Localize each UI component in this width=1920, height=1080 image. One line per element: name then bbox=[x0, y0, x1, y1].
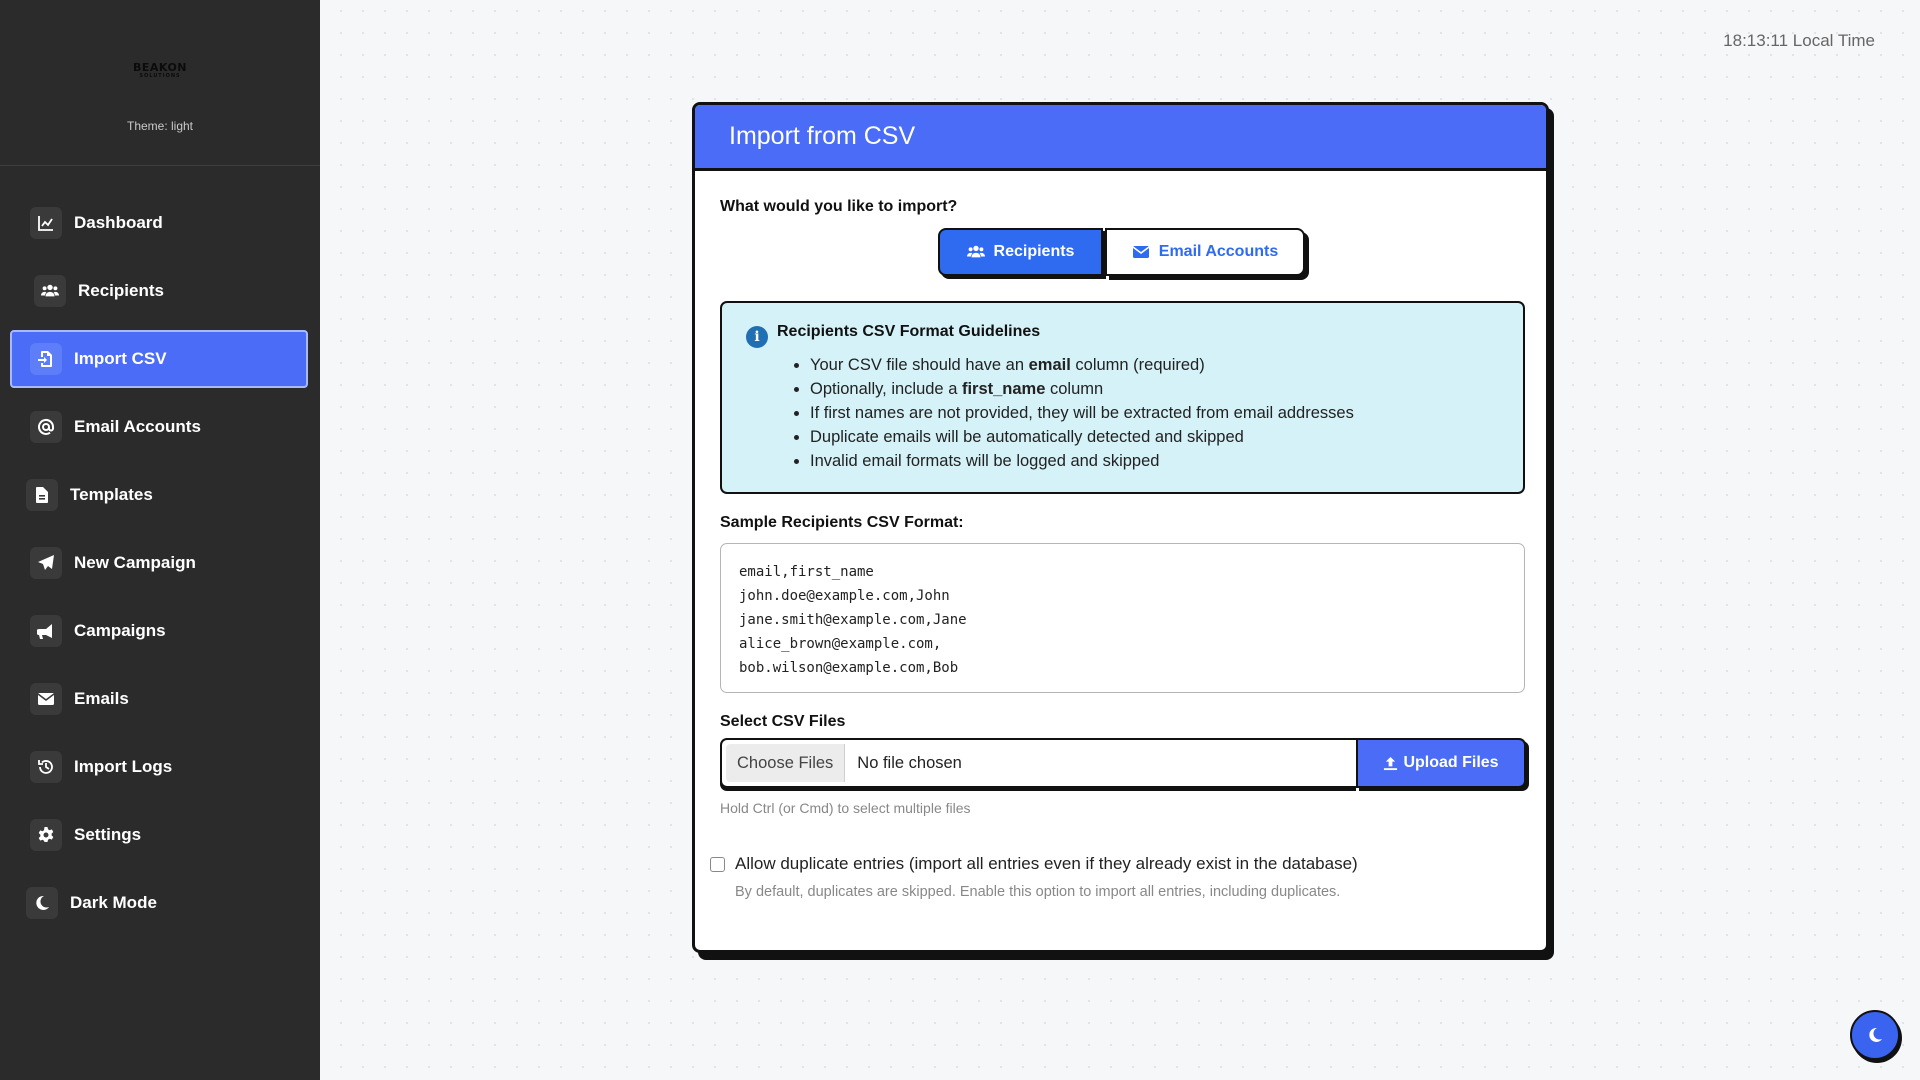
sidebar-item-templates[interactable]: Templates bbox=[10, 466, 308, 524]
sidebar-item-label: Templates bbox=[70, 485, 153, 504]
history-icon bbox=[30, 751, 62, 783]
file-import-icon bbox=[30, 343, 62, 375]
brand-area: BEAKON SOLUTIONS Theme: light bbox=[0, 0, 320, 166]
moon-icon bbox=[26, 887, 58, 919]
code-line: alice_brown@example.com, bbox=[739, 636, 942, 652]
sidebar-item-label: New Campaign bbox=[74, 553, 196, 572]
sidebar-item-label: Dark Mode bbox=[70, 893, 157, 912]
sidebar-item-label: Email Accounts bbox=[74, 417, 201, 436]
select-files-label: Select CSV Files bbox=[720, 713, 846, 730]
sidebar-item-recipients[interactable]: Recipients bbox=[10, 262, 308, 320]
logo-line2: SOLUTIONS bbox=[139, 73, 181, 79]
duplicate-help-text: By default, duplicates are skipped. Enab… bbox=[735, 884, 1341, 900]
multi-select-hint: Hold Ctrl (or Cmd) to select multiple fi… bbox=[720, 800, 971, 816]
email-accounts-toggle-label: Email Accounts bbox=[1158, 243, 1279, 260]
sidebar-item-label: Campaigns bbox=[74, 621, 166, 640]
upload-files-button[interactable]: Upload Files bbox=[1356, 738, 1526, 788]
import-card: Import from CSV What would you like to i… bbox=[692, 102, 1549, 953]
users-icon bbox=[966, 243, 985, 261]
guidelines-list: Your CSV file should have an email colum… bbox=[810, 353, 1354, 473]
card-header: Import from CSV bbox=[695, 105, 1546, 171]
sidebar: BEAKON SOLUTIONS Theme: light Dashboard … bbox=[0, 0, 320, 1080]
choose-files-button[interactable]: Choose Files bbox=[726, 744, 846, 782]
code-line: bob.wilson@example.com,Bob bbox=[739, 660, 959, 676]
sidebar-item-label: Dashboard bbox=[74, 213, 163, 232]
dark-mode-toggle-button[interactable] bbox=[1850, 1010, 1900, 1060]
import-type-question: What would you like to import? bbox=[720, 198, 958, 215]
allow-duplicates-checkbox[interactable] bbox=[710, 856, 725, 872]
code-line: email,first_name bbox=[739, 564, 874, 580]
sidebar-item-campaigns[interactable]: Campaigns bbox=[10, 602, 308, 660]
file-input[interactable]: Choose Files No file chosen bbox=[720, 738, 1356, 788]
file-status: No file chosen bbox=[857, 753, 962, 772]
recipients-toggle-button[interactable]: Recipients bbox=[938, 228, 1103, 276]
sidebar-item-label: Recipients bbox=[78, 281, 164, 300]
upload-files-label: Upload Files bbox=[1403, 754, 1499, 771]
envelope-icon bbox=[1132, 243, 1150, 261]
file-upload-row: Choose Files No file chosen Upload Files bbox=[720, 738, 1527, 788]
recipients-toggle-label: Recipients bbox=[993, 243, 1075, 260]
info-icon: i bbox=[746, 326, 768, 348]
sidebar-item-emails[interactable]: Emails bbox=[10, 670, 308, 728]
sidebar-item-dark-mode[interactable]: Dark Mode bbox=[10, 874, 308, 932]
chart-line-icon bbox=[30, 207, 62, 239]
duplicate-option-row: Allow duplicate entries (import all entr… bbox=[710, 854, 1358, 874]
users-icon bbox=[34, 275, 66, 307]
logo-line1: BEAKON bbox=[133, 61, 187, 74]
list-item: If first names are not provided, they wi… bbox=[810, 401, 1354, 425]
sidebar-item-dashboard[interactable]: Dashboard bbox=[10, 194, 308, 252]
theme-label: Theme: light bbox=[126, 119, 194, 133]
email-accounts-toggle-button[interactable]: Email Accounts bbox=[1105, 228, 1305, 276]
sample-csv-label: Sample Recipients CSV Format: bbox=[720, 514, 964, 531]
guidelines-title: Recipients CSV Format Guidelines bbox=[777, 323, 1041, 340]
code-line: jane.smith@example.com,Jane bbox=[739, 612, 967, 628]
moon-icon bbox=[1869, 1027, 1882, 1042]
sidebar-item-settings[interactable]: Settings bbox=[10, 806, 308, 864]
bullhorn-icon bbox=[30, 615, 62, 647]
local-time-clock: 18:13:11 Local Time bbox=[1723, 31, 1875, 50]
list-item: Your CSV file should have an email colum… bbox=[810, 353, 1354, 377]
page-title: Import from CSV bbox=[729, 122, 916, 150]
list-item: Invalid email formats will be logged and… bbox=[810, 449, 1354, 473]
code-line: john.doe@example.com,John bbox=[739, 588, 950, 604]
at-sign-icon bbox=[30, 411, 62, 443]
sidebar-item-new-campaign[interactable]: New Campaign bbox=[10, 534, 308, 592]
sidebar-item-label: Settings bbox=[74, 825, 142, 844]
guidelines-box: i Recipients CSV Format Guidelines Your … bbox=[720, 301, 1525, 494]
sidebar-item-email-accounts[interactable]: Email Accounts bbox=[10, 398, 308, 456]
gear-icon bbox=[30, 819, 62, 851]
envelope-icon bbox=[30, 683, 62, 715]
upload-icon bbox=[1384, 756, 1398, 770]
sample-csv-code: email,first_name john.doe@example.com,Jo… bbox=[720, 543, 1525, 693]
sidebar-item-import-logs[interactable]: Import Logs bbox=[10, 738, 308, 796]
logo[interactable]: BEAKON SOLUTIONS bbox=[133, 62, 187, 79]
list-item: Optionally, include a first_name column bbox=[810, 377, 1354, 401]
sidebar-item-label: Import CSV bbox=[74, 349, 167, 368]
list-item: Duplicate emails will be automatically d… bbox=[810, 425, 1354, 449]
allow-duplicates-label[interactable]: Allow duplicate entries (import all entr… bbox=[735, 854, 1358, 874]
sidebar-item-import-csv[interactable]: Import CSV bbox=[10, 330, 308, 388]
sidebar-item-label: Emails bbox=[74, 689, 129, 708]
paper-plane-icon bbox=[30, 547, 62, 579]
import-type-toggle: Recipients Email Accounts bbox=[938, 228, 1305, 276]
sidebar-item-label: Import Logs bbox=[74, 757, 173, 776]
file-icon bbox=[26, 479, 58, 511]
